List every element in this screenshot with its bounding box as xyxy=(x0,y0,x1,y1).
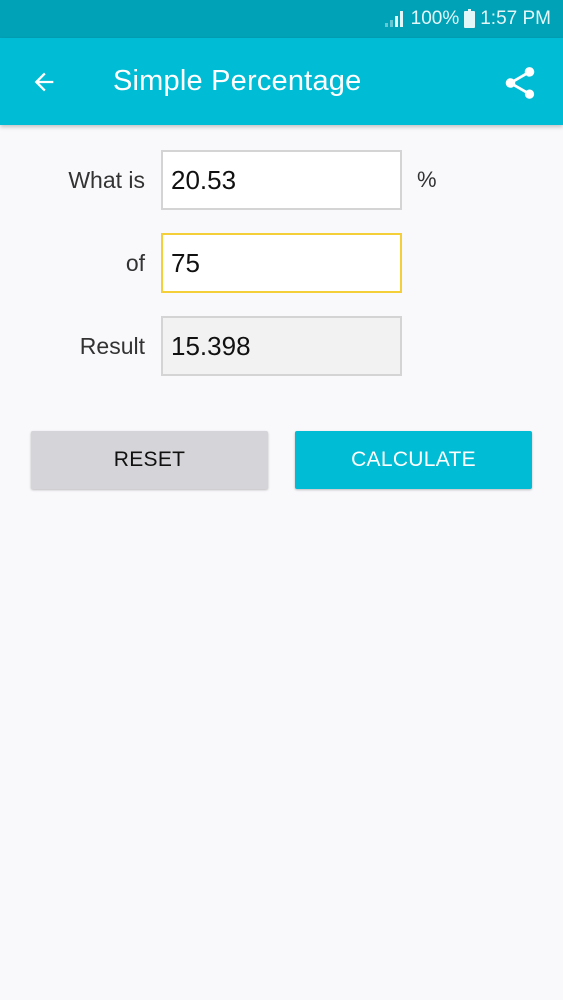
reset-button[interactable]: RESET xyxy=(31,431,268,489)
percent-suffix: % xyxy=(417,167,437,192)
status-time: 1:57 PM xyxy=(480,8,551,29)
share-button[interactable] xyxy=(499,62,541,104)
app-bar: Simple Percentage xyxy=(0,38,563,125)
battery-icon xyxy=(464,8,476,28)
result-row: Result xyxy=(0,316,563,376)
back-button[interactable] xyxy=(24,62,64,102)
calculate-button[interactable]: CALCULATE xyxy=(295,431,532,489)
of-row: of xyxy=(0,233,563,293)
percent-input[interactable] xyxy=(161,150,402,210)
percent-label: What is xyxy=(68,167,145,193)
percent-row: What is % xyxy=(0,150,563,210)
result-label: Result xyxy=(79,333,145,359)
status-bar: 100% 1:57 PM xyxy=(0,0,563,38)
share-icon xyxy=(505,67,535,99)
battery-percent: 100% xyxy=(410,8,460,29)
result-field xyxy=(161,316,402,376)
page-title: Simple Percentage xyxy=(113,65,362,97)
status-indicators: 100% 1:57 PM xyxy=(384,0,551,38)
of-label: of xyxy=(125,250,145,276)
arrow-left-icon xyxy=(34,72,54,92)
signal-icon xyxy=(384,11,403,27)
of-input[interactable] xyxy=(161,233,402,293)
